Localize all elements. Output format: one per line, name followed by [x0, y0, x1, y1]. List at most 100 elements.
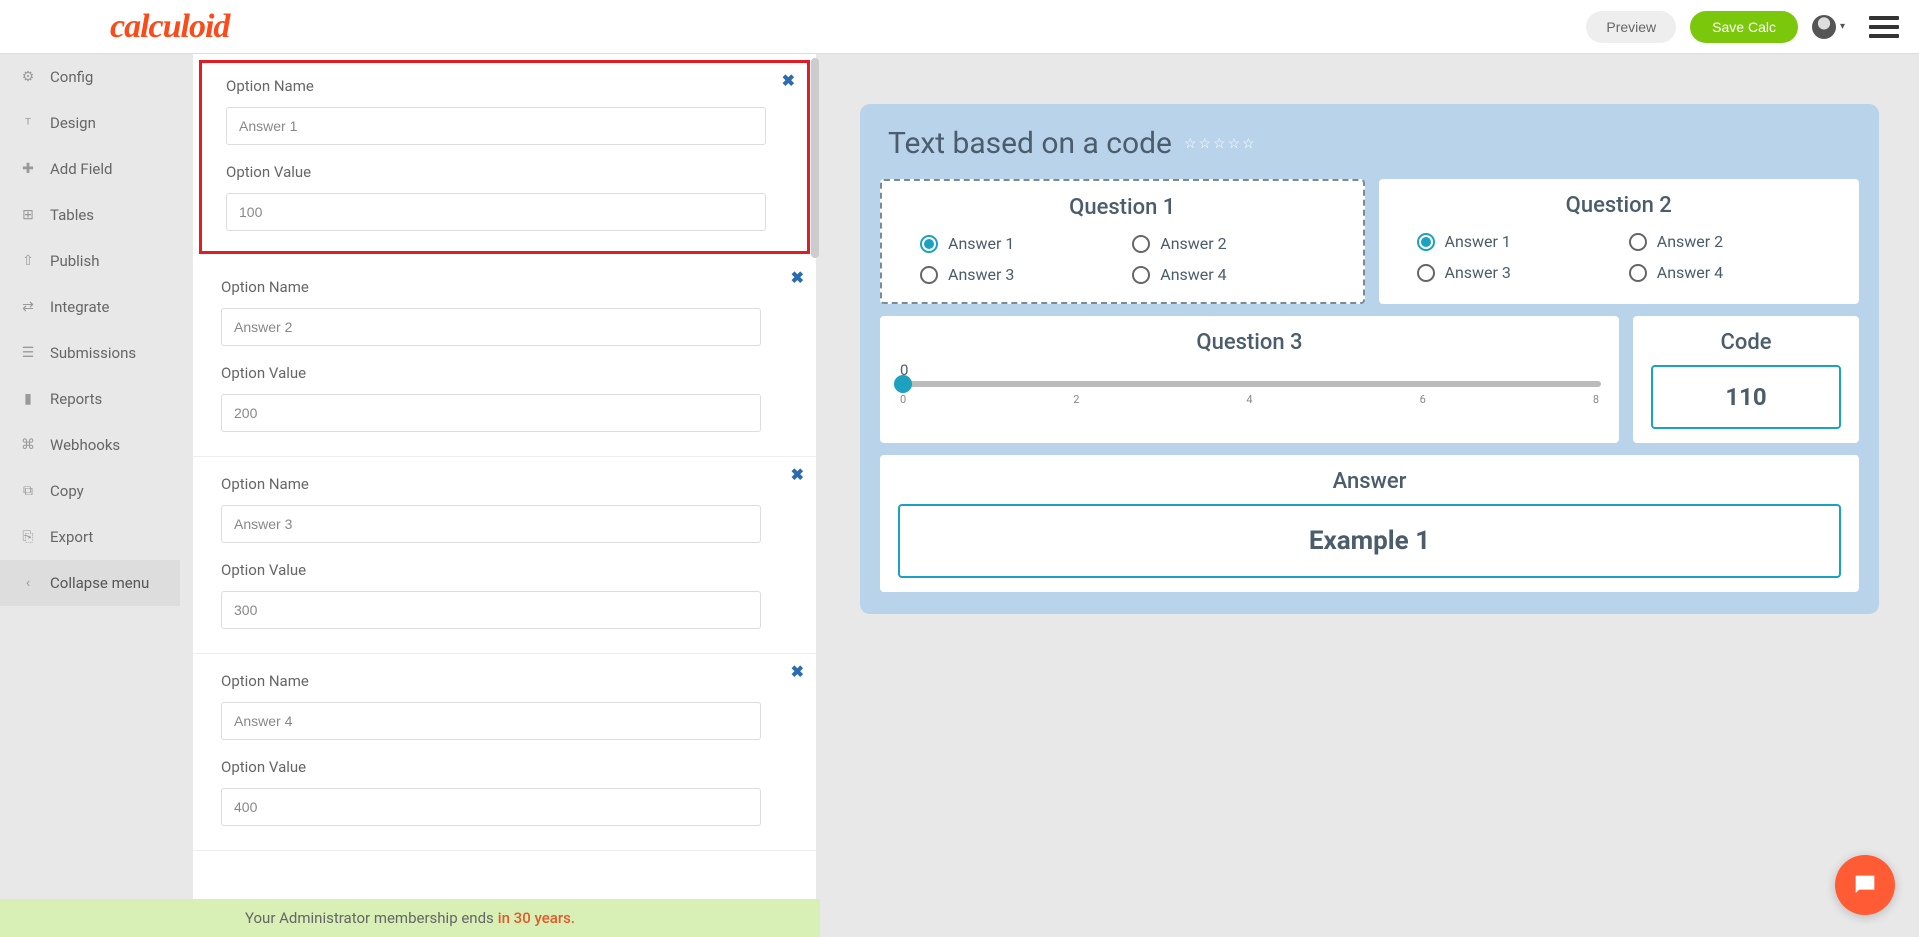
- copy-icon: ⧉: [20, 483, 36, 499]
- option-name-input[interactable]: [226, 107, 766, 145]
- sidebar-label: Config: [50, 68, 93, 86]
- option-value-label: Option Value: [226, 163, 783, 181]
- radio-icon: [1417, 264, 1435, 282]
- question3-card[interactable]: Question 3 0 0 2 4 6 8: [880, 316, 1619, 443]
- option-group: ✖ Option Name Option Value: [193, 654, 816, 851]
- chat-widget-button[interactable]: [1835, 855, 1895, 915]
- sidebar-item-design[interactable]: ᵀDesign: [0, 100, 180, 146]
- logo[interactable]: calculoid: [110, 8, 229, 46]
- sidebar-item-integrate[interactable]: ⇄ Integrate: [0, 284, 180, 330]
- calculator-title: Text based on a code: [888, 126, 1172, 161]
- tick: 8: [1593, 393, 1599, 406]
- card-title: Question 2: [1397, 193, 1842, 218]
- avatar-icon: [1812, 15, 1836, 39]
- save-button[interactable]: Save Calc: [1690, 11, 1798, 43]
- webhook-icon: ⌘: [20, 437, 36, 453]
- radio-icon: [920, 266, 938, 284]
- option-name-input[interactable]: [221, 308, 761, 346]
- integrate-icon: ⇄: [20, 299, 36, 315]
- sidebar-item-config[interactable]: ⚙ Config: [0, 54, 180, 100]
- tick: 6: [1420, 393, 1426, 406]
- radio-option[interactable]: Answer 1: [1417, 232, 1609, 251]
- radio-option[interactable]: Answer 1: [920, 234, 1112, 253]
- radio-option[interactable]: Answer 3: [1417, 263, 1609, 282]
- sidebar-label: Integrate: [50, 298, 109, 316]
- radio-icon: [1417, 233, 1435, 251]
- remove-option-button[interactable]: ✖: [782, 71, 795, 90]
- sidebar-item-export[interactable]: ⎘ Export: [0, 514, 180, 560]
- radio-option[interactable]: Answer 4: [1132, 265, 1324, 284]
- tick: 0: [900, 393, 906, 406]
- option-value-label: Option Value: [221, 758, 788, 776]
- slider-thumb[interactable]: [894, 375, 912, 393]
- gear-icon: ⚙: [20, 69, 36, 85]
- radio-label: Answer 3: [1445, 263, 1511, 282]
- chat-icon: [1851, 871, 1879, 899]
- sidebar-label: Collapse menu: [50, 574, 149, 592]
- option-name-label: Option Name: [221, 475, 788, 493]
- scrollbar[interactable]: [811, 58, 819, 258]
- sidebar-item-tables[interactable]: ⊞ Tables: [0, 192, 180, 238]
- question2-card[interactable]: Question 2 Answer 1 Answer 2 Answer 3 An…: [1379, 179, 1860, 304]
- sidebar-label: Tables: [50, 206, 94, 224]
- radio-icon: [920, 235, 938, 253]
- sidebar-label: Export: [50, 528, 93, 546]
- radio-option[interactable]: Answer 2: [1629, 232, 1821, 251]
- option-value-input[interactable]: [221, 394, 761, 432]
- radio-icon: [1629, 264, 1647, 282]
- sidebar: ⚙ Config ᵀDesign ✚Add Field ⊞ Tables ⇧Publ…: [0, 54, 180, 937]
- option-value-label: Option Value: [221, 561, 788, 579]
- radio-label: Answer 1: [1445, 232, 1511, 251]
- option-name-input[interactable]: [221, 505, 761, 543]
- option-value-input[interactable]: [226, 193, 766, 231]
- option-group: ✖ Option Name Option Value: [193, 260, 816, 457]
- remove-option-button[interactable]: ✖: [791, 465, 804, 484]
- remove-option-button[interactable]: ✖: [791, 268, 804, 287]
- radio-label: Answer 3: [948, 265, 1014, 284]
- sidebar-item-submissions[interactable]: ☰Submissions: [0, 330, 180, 376]
- option-value-input[interactable]: [221, 591, 761, 629]
- user-menu[interactable]: ▾: [1812, 15, 1845, 39]
- caret-down-icon: ▾: [1840, 21, 1845, 32]
- sidebar-label: Webhooks: [50, 436, 120, 454]
- inbox-icon: ☰: [20, 345, 36, 361]
- preview-button[interactable]: Preview: [1586, 11, 1676, 43]
- sidebar-item-publish[interactable]: ⇧Publish: [0, 238, 180, 284]
- card-title: Answer: [898, 469, 1841, 494]
- footer-highlight: in 30 years.: [498, 909, 575, 927]
- sidebar-label: Reports: [50, 390, 102, 408]
- table-icon: ⊞: [20, 207, 36, 223]
- radio-icon: [1629, 233, 1647, 251]
- radio-option[interactable]: Answer 2: [1132, 234, 1324, 253]
- option-name-label: Option Name: [221, 278, 788, 296]
- sidebar-item-add-field[interactable]: ✚Add Field: [0, 146, 180, 192]
- option-value-label: Option Value: [221, 364, 788, 382]
- slider-track[interactable]: [898, 381, 1601, 387]
- radio-option[interactable]: Answer 4: [1629, 263, 1821, 282]
- rating-stars[interactable]: ☆☆☆☆☆: [1184, 136, 1257, 152]
- question1-card[interactable]: Question 1 Answer 1 Answer 2 Answer 3 An…: [880, 179, 1365, 304]
- calculator-container: Text based on a code ☆☆☆☆☆ Question 1 An…: [860, 104, 1879, 614]
- radio-icon: [1132, 266, 1150, 284]
- sidebar-label: Copy: [50, 482, 84, 500]
- sidebar-item-copy[interactable]: ⧉ Copy: [0, 468, 180, 514]
- sidebar-item-webhooks[interactable]: ⌘ Webhooks: [0, 422, 180, 468]
- card-title: Code: [1651, 330, 1841, 355]
- radio-option[interactable]: Answer 3: [920, 265, 1112, 284]
- card-title: Question 1: [900, 195, 1345, 220]
- radio-label: Answer 2: [1657, 232, 1723, 251]
- sidebar-label: Add Field: [50, 160, 112, 178]
- option-group: ✖ Option Name Option Value: [193, 457, 816, 654]
- code-card: Code 110: [1633, 316, 1859, 443]
- sidebar-item-reports[interactable]: ▮Reports: [0, 376, 180, 422]
- option-name-input[interactable]: [221, 702, 761, 740]
- slider-ticks: 0 2 4 6 8: [898, 393, 1601, 406]
- remove-option-button[interactable]: ✖: [791, 662, 804, 681]
- sidebar-item-collapse[interactable]: ‹Collapse menu: [0, 560, 180, 606]
- option-name-label: Option Name: [221, 672, 788, 690]
- hamburger-menu-icon[interactable]: [1869, 16, 1899, 38]
- tick: 2: [1073, 393, 1079, 406]
- option-value-input[interactable]: [221, 788, 761, 826]
- export-icon: ⎘: [20, 529, 36, 545]
- code-value: 110: [1651, 365, 1841, 429]
